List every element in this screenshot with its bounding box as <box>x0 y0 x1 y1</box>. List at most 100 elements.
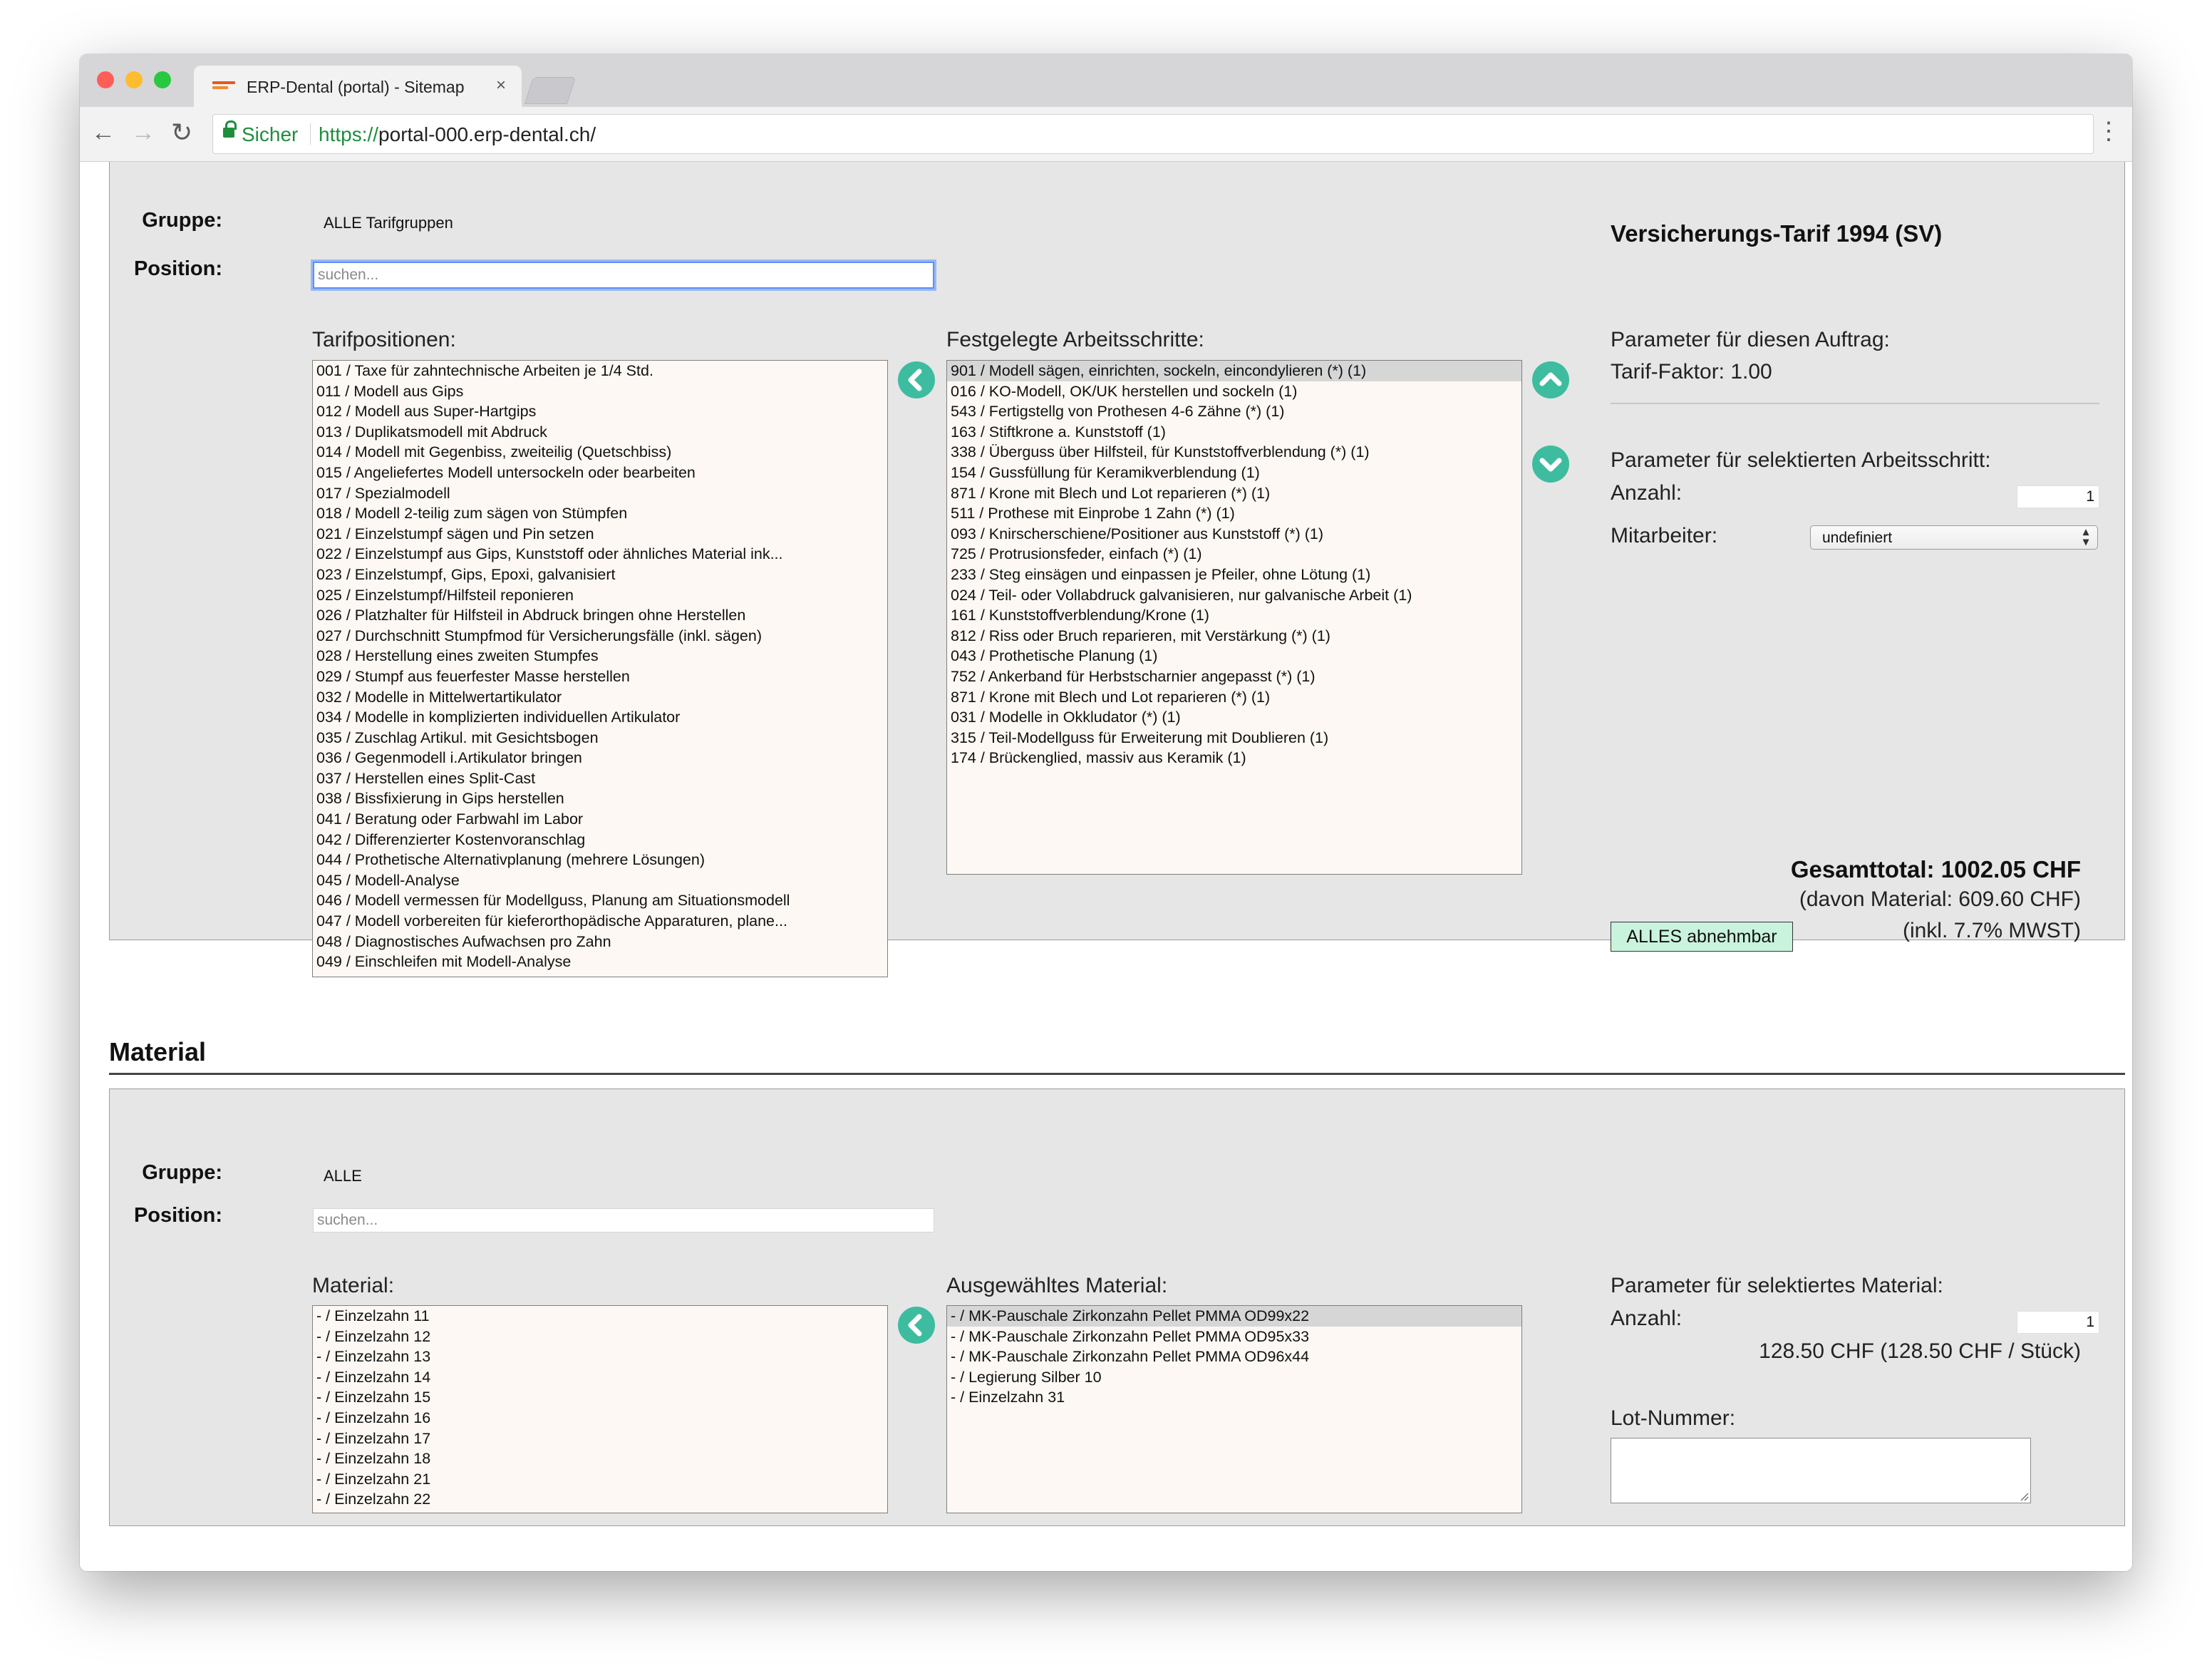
list-item[interactable]: 871 / Krone mit Blech und Lot reparieren… <box>947 687 1521 708</box>
material-position-label: Position: <box>133 1204 222 1227</box>
anzahl-input[interactable] <box>2017 485 2099 508</box>
list-item[interactable]: - / MK-Pauschale Zirkonzahn Pellet PMMA … <box>947 1347 1521 1367</box>
list-item[interactable]: 024 / Teil- oder Vollabdruck galvanisier… <box>947 585 1521 606</box>
list-item[interactable]: 871 / Krone mit Blech und Lot reparieren… <box>947 483 1521 504</box>
tab-close-icon[interactable]: × <box>496 76 506 96</box>
list-item[interactable]: 046 / Modell vermessen für Modellguss, P… <box>313 890 887 911</box>
zoom-window-button[interactable] <box>154 71 171 88</box>
url-text[interactable]: https://portal-000.erp-dental.ch/ <box>319 123 596 146</box>
chevron-down-icon <box>1539 458 1562 472</box>
list-item[interactable]: 013 / Duplikatsmodell mit Abdruck <box>313 422 887 443</box>
list-item[interactable]: 154 / Gussfüllung für Keramikverblendung… <box>947 463 1521 483</box>
list-item[interactable]: 034 / Modelle in komplizierten individue… <box>313 707 887 728</box>
list-item[interactable]: 174 / Brückenglied, massiv aus Keramik (… <box>947 748 1521 768</box>
list-item[interactable]: - / Einzelzahn 14 <box>313 1367 887 1388</box>
list-item[interactable]: 017 / Spezialmodell <box>313 483 887 504</box>
list-item[interactable]: 048 / Diagnostisches Aufwachsen pro Zahn <box>313 932 887 952</box>
list-item[interactable]: 038 / Bissfixierung in Gips herstellen <box>313 788 887 809</box>
list-item[interactable]: 047 / Modell vorbereiten für kieferortho… <box>313 911 887 932</box>
list-item[interactable]: 093 / Knirscherschiene/Positioner aus Ku… <box>947 524 1521 545</box>
list-item[interactable]: - / Einzelzahn 12 <box>313 1327 887 1347</box>
list-item[interactable]: 042 / Differenzierter Kostenvoranschlag <box>313 830 887 850</box>
list-item[interactable]: - / Einzelzahn 17 <box>313 1429 887 1449</box>
close-window-button[interactable] <box>97 71 114 88</box>
list-item[interactable]: 041 / Beratung oder Farbwahl im Labor <box>313 809 887 830</box>
list-item[interactable]: 023 / Einzelstumpf, Gips, Epoxi, galvani… <box>313 565 887 585</box>
list-item[interactable]: - / Einzelzahn 13 <box>313 1347 887 1367</box>
move-up-button[interactable] <box>1532 361 1569 398</box>
minimize-window-button[interactable] <box>125 71 143 88</box>
list-item[interactable]: 161 / Kunststoffverblendung/Krone (1) <box>947 605 1521 626</box>
new-tab-button[interactable] <box>524 77 577 104</box>
ausgewaehlt-list[interactable]: - / MK-Pauschale Zirkonzahn Pellet PMMA … <box>946 1305 1522 1513</box>
list-item[interactable]: 037 / Herstellen eines Split-Cast <box>313 768 887 789</box>
list-item[interactable]: 025 / Einzelstumpf/Hilfsteil reponieren <box>313 585 887 606</box>
remove-material-button[interactable] <box>898 1307 935 1344</box>
list-item[interactable]: - / Einzelzahn 11 <box>313 1306 887 1327</box>
browser-menu-icon[interactable]: ⋮ <box>2097 117 2121 145</box>
list-item[interactable]: 725 / Protrusionsfeder, einfach (*) (1) <box>947 544 1521 565</box>
list-item[interactable]: - / MK-Pauschale Zirkonzahn Pellet PMMA … <box>947 1306 1521 1327</box>
list-item[interactable]: 011 / Modell aus Gips <box>313 381 887 402</box>
list-item[interactable]: 049 / Einschleifen mit Modell-Analyse <box>313 952 887 972</box>
list-item[interactable]: - / MK-Pauschale Zirkonzahn Pellet PMMA … <box>947 1327 1521 1347</box>
list-item[interactable]: 163 / Stiftkrone a. Kunststoff (1) <box>947 422 1521 443</box>
list-item[interactable]: 044 / Prothetische Alternativplanung (me… <box>313 850 887 870</box>
list-item[interactable]: 027 / Durchschnitt Stumpfmod für Versich… <box>313 626 887 647</box>
back-arrow-icon[interactable]: ← <box>91 118 115 147</box>
list-item[interactable]: 021 / Einzelstumpf sägen und Pin setzen <box>313 524 887 545</box>
list-item[interactable]: 014 / Modell mit Gegenbiss, zweiteilig (… <box>313 442 887 463</box>
list-item[interactable]: 026 / Platzhalter für Hilfsteil in Abdru… <box>313 605 887 626</box>
list-item[interactable]: - / Einzelzahn 15 <box>313 1387 887 1408</box>
inkl-mwst: (inkl. 7.7% MWST) <box>1902 919 2081 942</box>
list-item[interactable]: - / Legierung Silber 10 <box>947 1367 1521 1388</box>
mitarbeiter-select[interactable]: undefiniert ▴ ▾ <box>1810 525 2098 550</box>
list-item[interactable]: 045 / Modell-Analyse <box>313 870 887 891</box>
resize-grip-icon[interactable] <box>2019 1491 2029 1501</box>
list-item[interactable]: - / Einzelzahn 22 <box>313 1489 887 1510</box>
list-item[interactable]: 035 / Zuschlag Artikul. mit Gesichtsboge… <box>313 728 887 748</box>
material-list[interactable]: - / Einzelzahn 11- / Einzelzahn 12- / Ei… <box>312 1305 888 1513</box>
list-item[interactable]: 015 / Angeliefertes Modell untersockeln … <box>313 463 887 483</box>
list-item[interactable]: 032 / Modelle in Mittelwertartikulator <box>313 687 887 708</box>
tarif-search-input[interactable] <box>313 262 934 289</box>
material-anzahl-input[interactable] <box>2017 1311 2099 1334</box>
list-item[interactable]: 036 / Gegenmodell i.Artikulator bringen <box>313 748 887 768</box>
lot-nummer-textarea[interactable] <box>1611 1438 2031 1503</box>
list-item[interactable]: 043 / Prothetische Planung (1) <box>947 646 1521 666</box>
list-item[interactable]: 018 / Modell 2-teilig zum sägen von Stüm… <box>313 503 887 524</box>
tab-title: ERP-Dental (portal) - Sitemap <box>247 78 465 96</box>
remove-arbeitsschritt-button[interactable] <box>898 361 935 398</box>
list-item[interactable]: - / Einzelzahn 21 <box>313 1469 887 1490</box>
alles-abnehmbar-button[interactable]: ALLES abnehmbar <box>1611 922 1793 952</box>
list-item[interactable]: 001 / Taxe für zahntechnische Arbeiten j… <box>313 361 887 381</box>
tarifpositionen-list[interactable]: 001 / Taxe für zahntechnische Arbeiten j… <box>312 360 888 977</box>
list-item[interactable]: 812 / Riss oder Bruch reparieren, mit Ve… <box>947 626 1521 647</box>
list-item[interactable]: 012 / Modell aus Super-Hartgips <box>313 401 887 422</box>
browser-toolbar: ← → ↻ Sicher https://portal-000.erp-dent… <box>80 107 2132 162</box>
gesamttotal: Gesamttotal: 1002.05 CHF <box>1790 856 2081 882</box>
list-item[interactable]: 338 / Überguss über Hilfsteil, für Kunst… <box>947 442 1521 463</box>
list-item[interactable]: 029 / Stumpf aus feuerfester Masse herst… <box>313 666 887 687</box>
reload-icon[interactable]: ↻ <box>171 118 192 147</box>
list-item[interactable]: 315 / Teil-Modellguss für Erweiterung mi… <box>947 728 1521 748</box>
forward-arrow-icon[interactable]: → <box>131 118 155 147</box>
list-item[interactable]: 022 / Einzelstumpf aus Gips, Kunststoff … <box>313 544 887 565</box>
list-item[interactable]: 901 / Modell sägen, einrichten, sockeln,… <box>947 361 1521 381</box>
list-item[interactable]: - / Einzelzahn 18 <box>313 1448 887 1469</box>
list-item[interactable]: 016 / KO-Modell, OK/UK herstellen und so… <box>947 381 1521 402</box>
browser-tab[interactable]: ERP-Dental (portal) - Sitemap × <box>194 66 522 107</box>
list-item[interactable]: 543 / Fertigstellg von Prothesen 4-6 Zäh… <box>947 401 1521 422</box>
page-content: Gruppe: ALLE Tarifgruppen Position: Vers… <box>80 162 2132 1571</box>
list-item[interactable]: 028 / Herstellung eines zweiten Stumpfes <box>313 646 887 666</box>
list-item[interactable]: - / Einzelzahn 31 <box>947 1387 1521 1408</box>
list-item[interactable]: 233 / Steg einsägen und einpassen je Pfe… <box>947 565 1521 585</box>
list-item[interactable]: - / Einzelzahn 16 <box>313 1408 887 1429</box>
list-item[interactable]: 031 / Modelle in Okkludator (*) (1) <box>947 707 1521 728</box>
move-down-button[interactable] <box>1532 446 1569 483</box>
list-item[interactable]: 511 / Prothese mit Einprobe 1 Zahn (*) (… <box>947 503 1521 524</box>
material-search-input[interactable] <box>313 1208 934 1232</box>
festgelegte-list[interactable]: 901 / Modell sägen, einrichten, sockeln,… <box>946 360 1522 875</box>
address-bar[interactable]: Sicher https://portal-000.erp-dental.ch/ <box>212 114 2094 154</box>
list-item[interactable]: 752 / Ankerband für Herbstscharnier ange… <box>947 666 1521 687</box>
